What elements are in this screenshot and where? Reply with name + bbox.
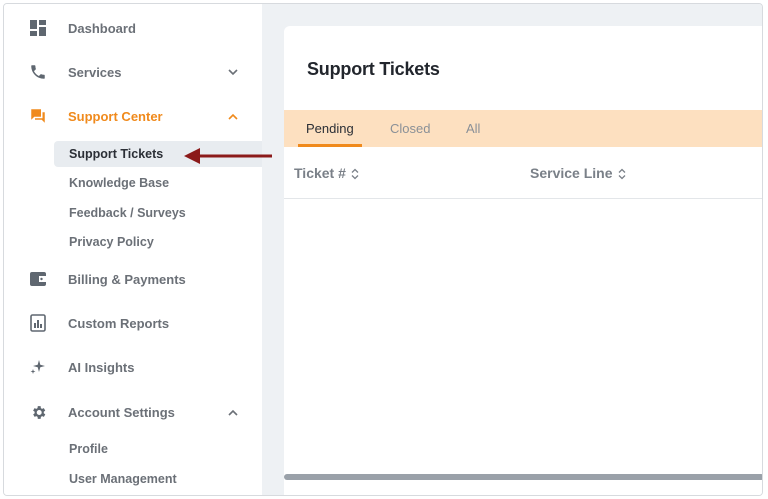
page-title: Support Tickets xyxy=(307,59,440,79)
sidebar-item-account-settings[interactable]: Account Settings xyxy=(4,395,262,429)
sidebar-item-billing-payments[interactable]: Billing & Payments xyxy=(4,262,262,296)
sort-icon xyxy=(350,167,360,180)
tab-closed[interactable]: Closed xyxy=(390,110,430,147)
sidebar-subitem-label: User Management xyxy=(69,472,177,486)
table-header: Ticket # Service Line xyxy=(284,149,762,199)
main-content: Support Tickets Pending Closed All Ticke… xyxy=(262,4,762,495)
column-header-ticket-number[interactable]: Ticket # xyxy=(294,165,360,181)
sidebar-subitem-user-management[interactable]: User Management xyxy=(54,466,270,492)
tickets-table: Ticket # Service Line xyxy=(284,149,762,485)
dashboard-icon xyxy=(28,18,48,38)
app-window: Dashboard Services Support Center Suppor… xyxy=(3,3,763,496)
chevron-up-icon[interactable] xyxy=(226,405,240,419)
column-header-label: Ticket # xyxy=(294,165,346,181)
column-header-service-line[interactable]: Service Line xyxy=(530,165,627,181)
gear-icon xyxy=(28,402,48,422)
tab-all[interactable]: All xyxy=(466,110,480,147)
sidebar-item-dashboard[interactable]: Dashboard xyxy=(4,11,262,45)
sidebar-item-label: Account Settings xyxy=(68,404,175,420)
tickets-panel: Support Tickets Pending Closed All Ticke… xyxy=(284,26,762,495)
sidebar-item-label: AI Insights xyxy=(68,359,135,375)
chat-icon xyxy=(28,106,48,126)
sidebar-item-services[interactable]: Services xyxy=(4,55,262,89)
sidebar-subitem-feedback-surveys[interactable]: Feedback / Surveys xyxy=(54,200,270,226)
sidebar-subitem-privacy-policy[interactable]: Privacy Policy xyxy=(54,229,270,255)
horizontal-scrollbar[interactable] xyxy=(284,474,762,480)
column-header-label: Service Line xyxy=(530,165,613,181)
chevron-up-icon[interactable] xyxy=(226,109,240,123)
sidebar-subitem-label: Feedback / Surveys xyxy=(69,206,186,220)
tab-bar: Pending Closed All xyxy=(284,110,762,147)
sidebar-item-custom-reports[interactable]: Custom Reports xyxy=(4,306,262,340)
sidebar-item-label: Support Center xyxy=(68,108,163,124)
sidebar-subitem-label: Privacy Policy xyxy=(69,235,154,249)
report-icon xyxy=(28,313,48,333)
sidebar-subitem-knowledge-base[interactable]: Knowledge Base xyxy=(54,170,270,196)
sidebar-subitem-label: Support Tickets xyxy=(69,147,164,161)
sidebar-item-support-center[interactable]: Support Center xyxy=(4,99,262,133)
sort-icon xyxy=(617,167,627,180)
sidebar-item-ai-insights[interactable]: AI Insights xyxy=(4,350,262,384)
sidebar-item-label: Services xyxy=(68,64,122,80)
sparkle-icon xyxy=(28,357,48,377)
sidebar-item-label: Dashboard xyxy=(68,20,136,36)
chevron-down-icon[interactable] xyxy=(226,65,240,79)
sidebar: Dashboard Services Support Center Suppor… xyxy=(4,4,270,495)
annotation-arrow xyxy=(184,148,272,164)
sidebar-item-label: Custom Reports xyxy=(68,315,170,331)
wallet-icon xyxy=(28,269,48,289)
sidebar-subitem-label: Knowledge Base xyxy=(69,176,170,190)
phone-icon xyxy=(28,62,48,82)
sidebar-subitem-profile[interactable]: Profile xyxy=(54,436,270,462)
sidebar-item-label: Billing & Payments xyxy=(68,271,186,287)
tab-pending[interactable]: Pending xyxy=(298,110,362,147)
sidebar-subitem-label: Profile xyxy=(69,442,108,456)
